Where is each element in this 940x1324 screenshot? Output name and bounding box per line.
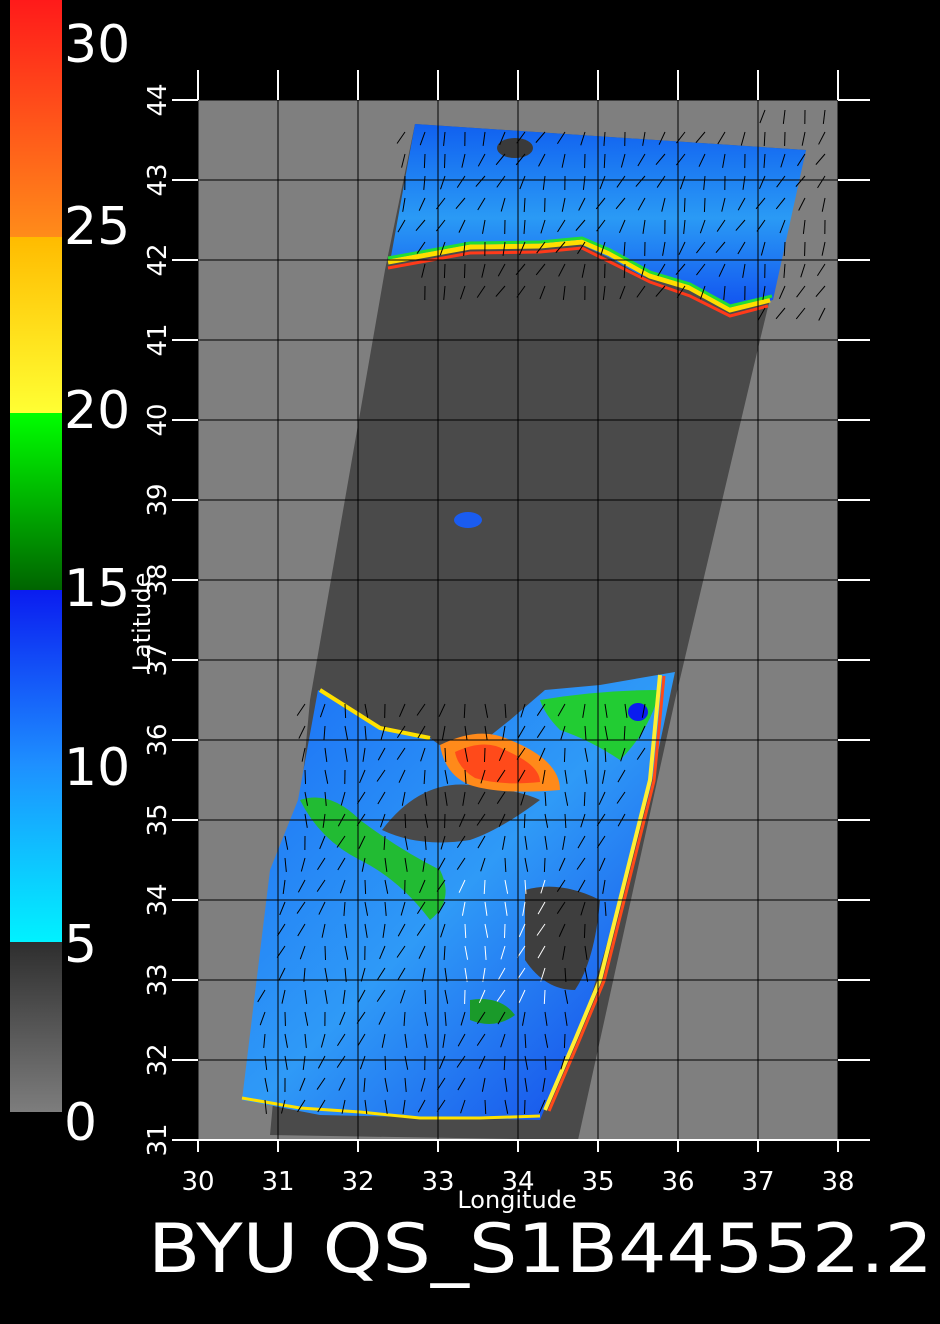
y-tick-label-34: 34 [143,883,173,916]
wind-vector [564,1034,565,1048]
wind-vector [544,990,545,1004]
colorbar-tick-30: 30 [64,15,130,75]
colorbar-tick-25: 25 [64,197,130,257]
y-tick-label-40: 40 [143,403,173,436]
wind-speed-map-figure: 0 5 10 15 20 25 30 [0,0,940,1320]
wind-vector [584,792,585,806]
wind-vector [704,198,705,212]
wind-vector [325,946,326,960]
wind-vector [584,924,585,938]
wind-vector [444,264,445,278]
wind-vector [544,858,545,872]
wind-vector [425,990,426,1004]
wind-vector [444,154,445,168]
wind-vector [365,880,366,894]
wind-vector [524,814,525,828]
colorbar-tick-20: 20 [64,381,130,441]
colorbar-tick-5: 5 [64,915,97,975]
colorbar-segment-10-15 [10,590,62,765]
wind-vector [305,770,306,784]
wind-vector [464,264,465,278]
x-tick-label-32: 32 [341,1167,374,1197]
y-tick-label-39: 39 [143,483,173,516]
x-tick-label-35: 35 [581,1167,614,1197]
y-axis-label: Latitude [128,573,156,672]
x-tick-label-33: 33 [421,1167,454,1197]
y-tick-label-42: 42 [143,243,173,276]
map-svg: 0 5 10 15 20 25 30 [0,0,940,1320]
wind-vector [405,814,406,828]
x-tick-label-38: 38 [821,1167,854,1197]
x-tick-label-36: 36 [661,1167,694,1197]
colorbar-tick-15: 15 [64,559,130,619]
wind-vector [564,748,565,762]
colorbar-segment-25-30 [10,0,62,237]
product-id-label: BYU QS_S1B44552.2 [148,1210,933,1289]
colorbar-segment-0-5 [10,942,62,1112]
wind-vector [484,748,485,762]
colorbar-tick-0: 0 [64,1093,97,1153]
y-tick-label-33: 33 [143,963,173,996]
wind-vector [345,704,346,718]
colorbar-segment-5-10 [10,765,62,942]
y-tick-label-41: 41 [143,323,173,356]
y-tick-label-43: 43 [143,163,173,196]
x-tick-label-37: 37 [741,1167,774,1197]
wind-vector [424,154,425,168]
colorbar-segment-15-20 [10,413,62,590]
y-tick-label-35: 35 [143,803,173,836]
y-tick-label-31: 31 [143,1123,173,1156]
y-tick-label-44: 44 [143,83,173,116]
colorbar-segment-20-25 [10,237,62,413]
wind-vector [684,198,685,212]
colorbar: 0 5 10 15 20 25 30 [10,0,130,1153]
y-tick-label-36: 36 [143,723,173,756]
map-area [198,100,838,1140]
inland-lake [454,512,482,528]
colorbar-tick-10: 10 [64,738,130,798]
x-tick-label-30: 30 [181,1167,214,1197]
x-tick-label-31: 31 [261,1167,294,1197]
y-tick-label-32: 32 [143,1043,173,1076]
wind-vector [385,1056,386,1070]
